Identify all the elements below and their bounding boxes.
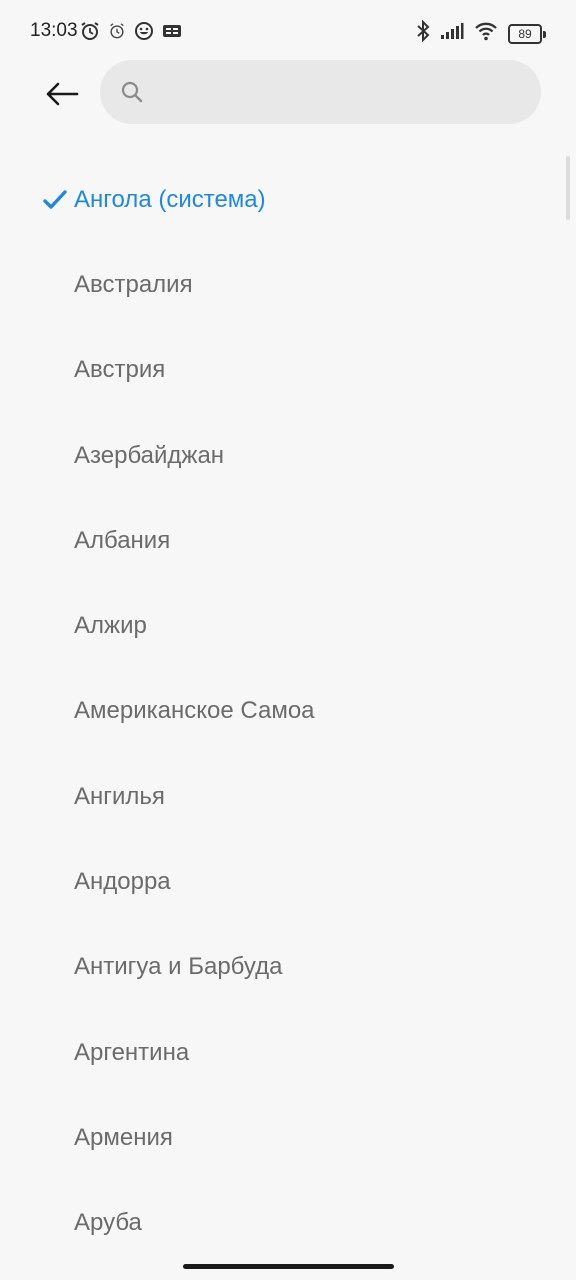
country-item[interactable]: Армения [0, 1095, 576, 1180]
country-label: Ангилья [74, 782, 165, 810]
checkmark-icon [43, 189, 67, 209]
country-label: Алжир [74, 612, 147, 640]
battery-icon: 89 [508, 23, 546, 44]
emoji-app-icon [134, 21, 154, 46]
search-icon [121, 81, 143, 103]
wifi-icon [474, 21, 498, 46]
country-item[interactable]: Аргентина [0, 1010, 576, 1095]
country-label: Австралия [74, 270, 193, 298]
country-item[interactable]: Австрия [0, 328, 576, 413]
country-item[interactable]: Азербайджан [0, 413, 576, 498]
country-item[interactable]: Антигуа и Барбуда [0, 925, 576, 1010]
alarm-clock-outline-icon [108, 22, 126, 45]
country-item[interactable]: Американское Самоа [0, 669, 576, 754]
status-bar: 13:03 89 [0, 0, 576, 64]
country-item[interactable]: Аруба [0, 1181, 576, 1266]
country-label: Андорра [74, 868, 171, 896]
status-right-icons: 89 [416, 19, 546, 47]
country-label: Аруба [74, 1209, 142, 1237]
country-item[interactable]: Андорра [0, 839, 576, 924]
alarm-clock-icon [80, 21, 100, 46]
country-label: Аргентина [74, 1038, 190, 1066]
country-label: Американское Самоа [74, 697, 315, 725]
country-item[interactable]: Алжир [0, 583, 576, 668]
country-label: Албания [74, 526, 171, 554]
country-item[interactable]: Ангилья [0, 754, 576, 839]
home-indicator[interactable] [183, 1264, 394, 1269]
country-item[interactable]: Австралия [0, 242, 576, 327]
bluetooth-icon [416, 19, 430, 47]
country-label: Армения [74, 1123, 173, 1151]
country-label: Азербайджан [74, 441, 225, 469]
country-label: Антигуа и Барбуда [74, 953, 283, 981]
status-left-icons [80, 21, 182, 46]
arrow-left-icon [46, 82, 79, 106]
country-label: Ангола (система) [74, 185, 266, 213]
status-time: 13:03 [30, 20, 78, 41]
country-list: Ангола (система) Австралия Австрия Азербайд… [0, 157, 576, 1266]
country-item-selected[interactable]: Ангола (система) [0, 157, 576, 242]
notification-box-icon [162, 23, 182, 44]
screen: 13:03 89 Ангола (система) Австралия Авст… [0, 0, 576, 1280]
search-input[interactable] [156, 60, 520, 126]
back-button[interactable] [40, 72, 84, 116]
country-label: Австрия [74, 356, 166, 384]
country-item[interactable]: Албания [0, 498, 576, 583]
signal-icon [440, 22, 464, 45]
search-box[interactable] [100, 60, 541, 126]
